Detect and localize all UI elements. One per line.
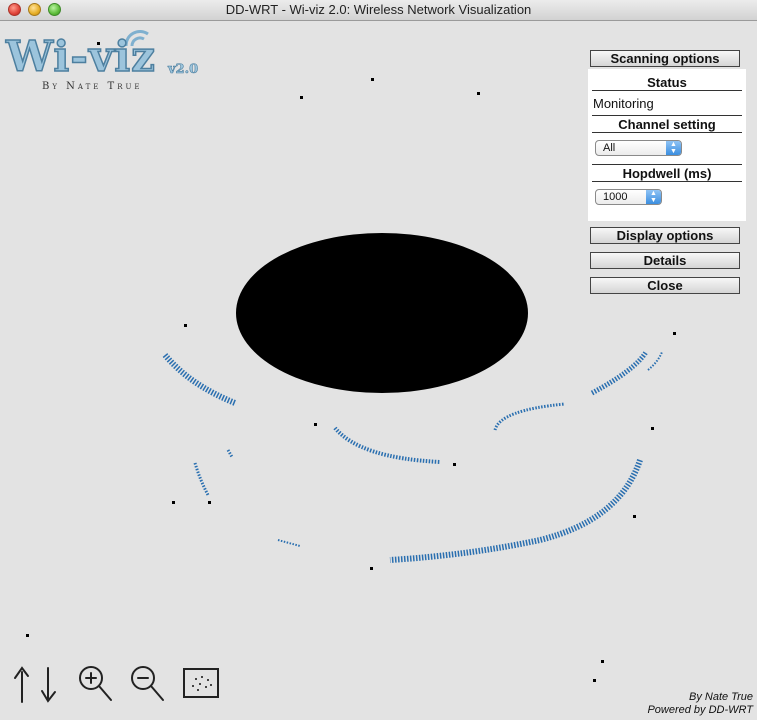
client-node [172,501,175,504]
hopdwell-select-value: 1000 [603,191,628,203]
client-node [651,427,654,430]
channel-select-value: All [603,142,616,154]
ring-arc [493,402,566,431]
credits-author: By Nate True [689,691,753,703]
divider [592,90,742,91]
client-node [26,634,29,637]
ring-arc [162,353,237,406]
divider [592,132,742,133]
scatter-view-icon[interactable] [181,666,221,700]
zoom-out-icon[interactable] [126,662,166,704]
divider [592,181,742,182]
client-node [673,332,676,335]
client-node [633,515,636,518]
display-options-button[interactable]: Display options [590,227,740,244]
scanning-options-box: Status Monitoring Channel setting All ▲ ▼… [588,69,746,221]
select-arrows-icon: ▲ ▼ [646,190,661,204]
credits: By Nate True Powered by DD-WRT [647,691,753,717]
hopdwell-header: Hopdwell (ms) [622,166,712,181]
logo-byline: By Nate True [42,81,143,92]
client-node [477,92,480,95]
select-arrows-icon: ▲ ▼ [666,141,681,155]
hub-node [236,233,528,393]
client-node [371,78,374,81]
credits-powered-by: Powered by DD-WRT [647,704,753,716]
client-node [300,96,303,99]
ring-arc [647,351,663,371]
divider [592,164,742,165]
ring-arc [333,426,441,464]
channel-select[interactable]: All ▲ ▼ [595,140,682,156]
window-title: DD-WRT - Wi-viz 2.0: Wireless Network Vi… [225,2,532,17]
channel-header: Channel setting [618,117,716,132]
client-node [184,324,187,327]
client-node [208,501,211,504]
title-bar: DD-WRT - Wi-viz 2.0: Wireless Network Vi… [0,0,757,21]
ring-arc [389,459,643,563]
rotate-up-icon[interactable] [10,664,32,704]
client-node [601,660,604,663]
wi-viz-logo: Wi-viz v2.0 By Nate True [4,26,204,98]
hopdwell-select[interactable]: 1000 ▲ ▼ [595,189,662,205]
logo-name: Wi-viz [5,31,157,82]
divider [592,115,742,116]
status-value: Monitoring [593,96,654,111]
close-button[interactable]: Close [590,277,740,294]
details-button[interactable]: Details [590,252,740,269]
zoom-in-icon[interactable] [74,662,114,704]
rotate-down-icon[interactable] [38,664,60,704]
ring-arc [193,462,210,496]
client-node [593,679,596,682]
client-node [314,423,317,426]
scanning-options-button[interactable]: Scanning options [590,50,740,67]
ring-arc [226,449,234,458]
ring-arc [590,350,649,396]
ring-arc [277,539,301,547]
status-header: Status [647,75,687,90]
client-node [453,463,456,466]
logo-version: v2.0 [168,62,199,78]
client-node [370,567,373,570]
